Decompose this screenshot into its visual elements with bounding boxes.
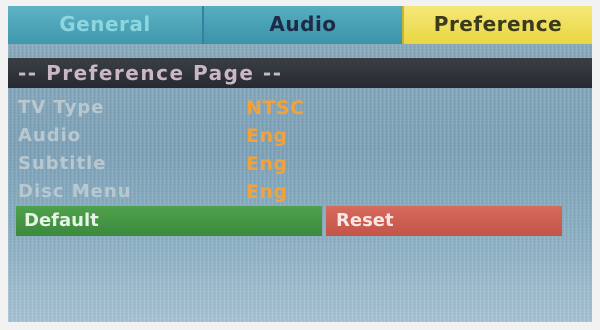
setting-label: Audio [18, 125, 82, 146]
osd-screen: General Audio Preference -- Preference P… [8, 6, 592, 322]
tab-general[interactable]: General [8, 6, 204, 44]
setting-label: Subtitle [18, 153, 107, 174]
page-title: -- Preference Page -- [8, 58, 592, 88]
tab-audio[interactable]: Audio [204, 6, 402, 44]
default-button[interactable]: Default [16, 206, 322, 236]
setting-row-subtitle[interactable]: Subtitle Eng [8, 150, 592, 178]
setting-label: Disc Menu [18, 181, 132, 202]
setting-value: Eng [246, 153, 288, 175]
setting-value: Eng [246, 181, 288, 203]
setting-row-disc-menu[interactable]: Disc Menu Eng [8, 178, 592, 206]
setting-row-tv-type[interactable]: TV Type NTSC [8, 94, 592, 122]
tab-preference[interactable]: Preference [402, 6, 592, 44]
setting-value: NTSC [246, 97, 305, 119]
setting-value: Eng [246, 125, 288, 147]
setting-row-audio[interactable]: Audio Eng [8, 122, 592, 150]
reset-button[interactable]: Reset [326, 206, 562, 236]
menu-tab-bar: General Audio Preference [8, 6, 592, 44]
setting-label: TV Type [18, 97, 105, 118]
